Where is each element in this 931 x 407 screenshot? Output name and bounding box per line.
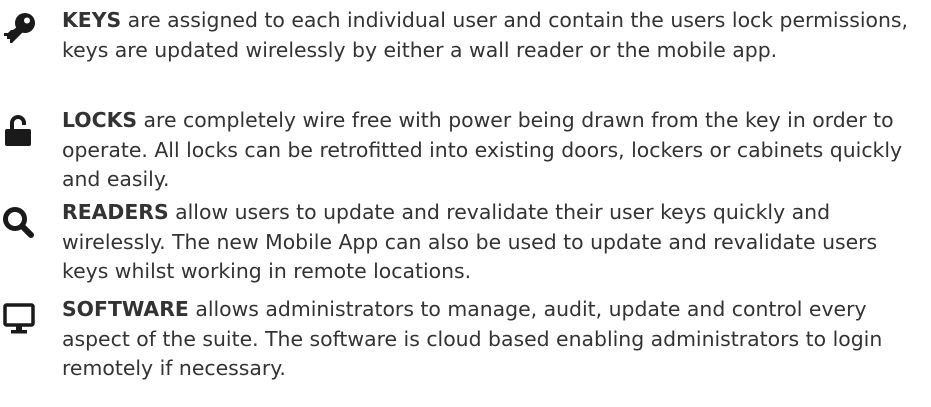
feature-locks-text: LOCKS are completely wire free with powe… [62,106,924,195]
feature-readers-text: READERS allow users to update and revali… [62,198,924,287]
key-icon [2,12,38,46]
feature-keys-text: KEYS are assigned to each individual use… [62,6,924,65]
feature-readers-heading: READERS [62,200,169,224]
search-icon [2,206,38,240]
desktop-monitor-icon [2,302,38,336]
feature-locks-heading: LOCKS [62,108,138,132]
unlocked-padlock-icon [2,113,38,147]
feature-keys-description: are assigned to each individual user and… [62,8,909,62]
feature-software-heading: SOFTWARE [62,297,189,321]
feature-readers-description: allow users to update and revalidate the… [62,200,878,283]
feature-software-text: SOFTWARE allows administrators to manage… [62,295,924,384]
feature-locks-description: are completely wire free with power bein… [62,108,903,191]
feature-keys-heading: KEYS [62,8,122,32]
